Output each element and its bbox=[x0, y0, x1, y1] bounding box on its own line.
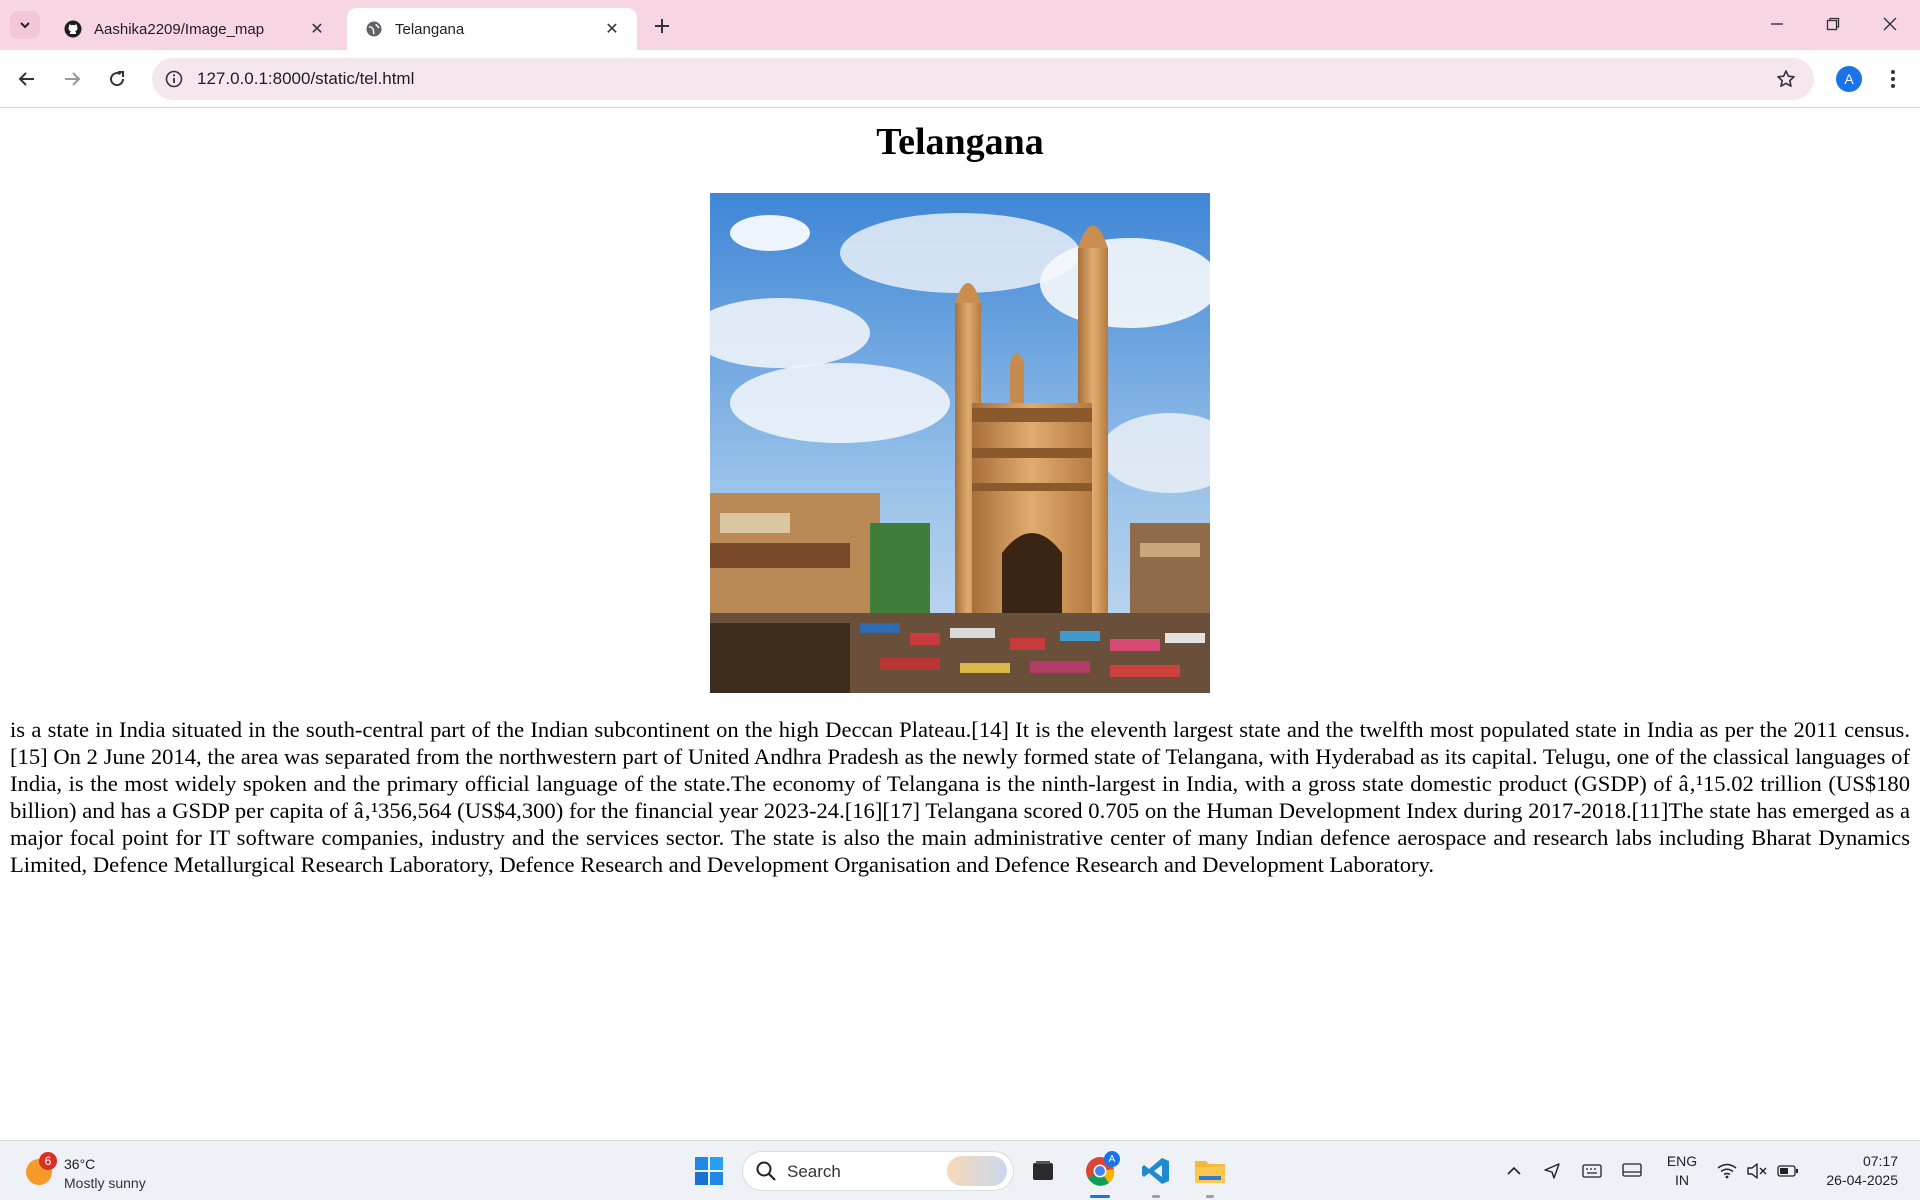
weather-temperature: 36°C bbox=[64, 1156, 96, 1172]
weather-widget[interactable]: 6 36°C Mostly sunny bbox=[24, 1149, 174, 1193]
task-view-icon bbox=[1033, 1161, 1053, 1180]
chrome-profile-badge: A bbox=[1104, 1151, 1120, 1167]
location-tray-button[interactable] bbox=[1538, 1141, 1566, 1200]
tab-telangana[interactable]: Telangana ✕ bbox=[347, 8, 637, 50]
close-icon[interactable]: ✕ bbox=[306, 18, 328, 40]
article-paragraph: is a state in India situated in the sout… bbox=[10, 717, 1910, 877]
reload-button[interactable] bbox=[101, 63, 133, 95]
task-view-button[interactable] bbox=[1023, 1151, 1063, 1191]
window-close-button[interactable] bbox=[1870, 10, 1910, 38]
tab-title: Aashika2209/Image_map bbox=[94, 20, 265, 38]
profile-avatar[interactable]: A bbox=[1836, 66, 1862, 92]
restore-button[interactable] bbox=[1813, 10, 1853, 38]
notification-badge: 6 bbox=[39, 1152, 57, 1170]
browser-toolbar: 127.0.0.1:8000/static/tel.html A bbox=[0, 50, 1920, 108]
kebab-menu-icon bbox=[1891, 70, 1895, 88]
page-content: Telangana is a state in India situated i… bbox=[0, 108, 1920, 1140]
monitor-icon bbox=[1622, 1163, 1642, 1177]
minimize-button[interactable] bbox=[1757, 10, 1797, 38]
back-button[interactable] bbox=[11, 63, 43, 95]
search-highlight-icon bbox=[947, 1156, 1007, 1186]
close-icon[interactable]: ✕ bbox=[601, 18, 623, 40]
clock-date: 26-04-2025 bbox=[1826, 1172, 1898, 1188]
open-app-indicator bbox=[1206, 1195, 1214, 1198]
vscode-icon bbox=[1142, 1158, 1169, 1184]
wifi-icon bbox=[1717, 1163, 1737, 1179]
reload-icon bbox=[110, 71, 125, 87]
location-arrow-icon bbox=[1544, 1163, 1560, 1179]
globe-icon bbox=[365, 20, 383, 38]
vscode-taskbar-button[interactable] bbox=[1136, 1151, 1176, 1191]
more-menu-button[interactable] bbox=[1880, 66, 1906, 92]
new-tab-button[interactable] bbox=[648, 12, 676, 40]
language-code: ENG bbox=[1666, 1153, 1698, 1169]
keyboard-icon bbox=[1582, 1164, 1602, 1178]
file-explorer-button[interactable] bbox=[1190, 1151, 1230, 1191]
close-icon bbox=[1883, 17, 1897, 31]
battery-icon bbox=[1777, 1165, 1798, 1177]
input-language-indicator[interactable]: ENG IN bbox=[1664, 1152, 1700, 1190]
battery-tray-button[interactable] bbox=[1774, 1141, 1802, 1200]
plus-icon bbox=[655, 19, 669, 33]
forward-button[interactable] bbox=[56, 63, 88, 95]
minimize-icon bbox=[1771, 23, 1783, 25]
keyboard-tray-button[interactable] bbox=[1578, 1141, 1606, 1200]
weather-condition: Mostly sunny bbox=[64, 1175, 146, 1191]
system-clock[interactable]: 07:17 26-04-2025 bbox=[1812, 1152, 1898, 1190]
restore-icon bbox=[1826, 17, 1840, 31]
search-label: Search bbox=[787, 1162, 841, 1181]
arrow-left-icon bbox=[18, 72, 34, 86]
tab-search-button[interactable] bbox=[10, 11, 40, 39]
search-icon bbox=[756, 1161, 776, 1181]
github-icon bbox=[64, 20, 82, 38]
active-app-indicator bbox=[1090, 1195, 1110, 1198]
windows-logo-icon bbox=[695, 1157, 723, 1185]
page-title: Telangana bbox=[876, 121, 1044, 163]
speaker-muted-icon bbox=[1747, 1163, 1767, 1179]
wifi-tray-button[interactable] bbox=[1714, 1141, 1740, 1200]
region-code: IN bbox=[1675, 1172, 1689, 1188]
arrow-right-icon bbox=[65, 72, 81, 86]
start-button[interactable] bbox=[689, 1151, 729, 1191]
display-tray-button[interactable] bbox=[1618, 1141, 1646, 1200]
charminar-image bbox=[710, 193, 1210, 693]
bookmark-star-icon[interactable] bbox=[1774, 67, 1798, 91]
volume-tray-button[interactable] bbox=[1744, 1141, 1770, 1200]
clock-time: 07:17 bbox=[1862, 1153, 1898, 1169]
taskbar-search[interactable]: Search bbox=[742, 1151, 1014, 1191]
site-info-icon[interactable] bbox=[162, 67, 186, 91]
open-app-indicator bbox=[1152, 1195, 1160, 1198]
tray-overflow-button[interactable] bbox=[1500, 1141, 1528, 1200]
taskbar: 6 36°C Mostly sunny Search A ENG IN 07:1… bbox=[0, 1140, 1920, 1200]
chrome-taskbar-button[interactable]: A bbox=[1080, 1151, 1120, 1191]
tab-strip: Aashika2209/Image_map ✕ Telangana ✕ bbox=[0, 0, 1920, 50]
address-bar[interactable]: 127.0.0.1:8000/static/tel.html bbox=[152, 58, 1814, 100]
tab-title: Telangana bbox=[395, 20, 465, 38]
url-text[interactable]: 127.0.0.1:8000/static/tel.html bbox=[197, 69, 414, 89]
chevron-down-icon bbox=[20, 22, 30, 29]
chevron-up-icon bbox=[1507, 1166, 1521, 1175]
tab-github[interactable]: Aashika2209/Image_map ✕ bbox=[46, 8, 342, 50]
folder-icon bbox=[1195, 1161, 1225, 1183]
